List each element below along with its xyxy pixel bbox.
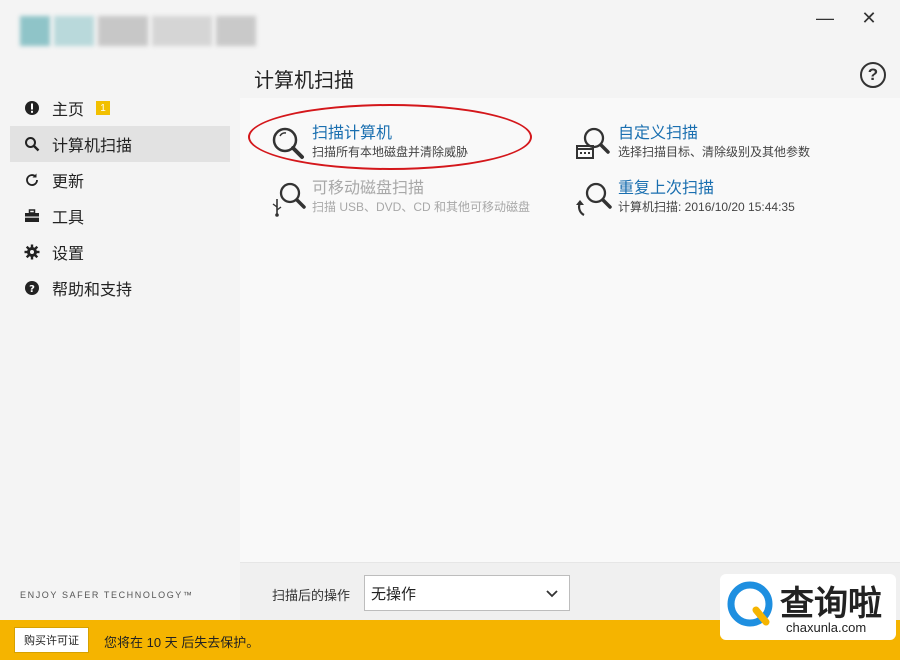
tagline: ENJOY SAFER TECHNOLOGY™: [20, 590, 194, 600]
watermark-brand-en: chaxunla.com: [786, 620, 867, 635]
close-button[interactable]: ✕: [856, 6, 882, 30]
sidebar-item-label: 计算机扫描: [52, 138, 133, 155]
alert-circle-icon: [24, 100, 40, 116]
license-expiry-message: 您将在 10 天 后失去保护。: [104, 635, 260, 650]
buy-license-button[interactable]: 购买许可证: [14, 627, 89, 653]
option-title: 重复上次扫描: [618, 180, 715, 197]
scan-computer-option[interactable]: 扫描计算机 扫描所有本地磁盘并清除威胁: [268, 124, 468, 172]
refresh-icon: [24, 172, 40, 188]
main-header: 计算机扫描 ?: [240, 58, 900, 98]
usb-scan-icon: [268, 179, 308, 219]
sidebar-item-settings[interactable]: 设置: [10, 234, 230, 270]
app-window: — ✕ 主页 1 计算机扫描 更新 工具 设置 ? 帮助和支持 ENJOY SA…: [0, 0, 900, 660]
svg-text:?: ?: [29, 284, 35, 295]
repeat-scan-icon: [574, 179, 614, 219]
sidebar: 主页 1 计算机扫描 更新 工具 设置 ? 帮助和支持: [0, 90, 240, 306]
sidebar-item-tools[interactable]: 工具: [10, 198, 230, 234]
custom-scan-option[interactable]: 自定义扫描 选择扫描目标、清除级别及其他参数: [574, 124, 810, 172]
option-desc: 选择扫描目标、清除级别及其他参数: [618, 145, 811, 159]
watermark-brand-cn: 查询啦: [780, 584, 882, 624]
watermark: 查询啦 chaxunla.com: [720, 574, 896, 640]
option-desc: 扫描 USB、DVD、CD 和其他可移动磁盘: [312, 200, 531, 214]
post-scan-action-select[interactable]: 无操作: [364, 575, 570, 611]
app-logo: [20, 14, 260, 48]
page-title: 计算机扫描: [254, 70, 354, 92]
notification-badge: 1: [96, 101, 111, 115]
option-title: 可移动磁盘扫描: [312, 180, 425, 197]
sidebar-item-computer-scan[interactable]: 计算机扫描: [10, 126, 230, 162]
help-button[interactable]: ?: [860, 62, 886, 88]
toolbox-icon: [24, 208, 40, 224]
repeat-last-scan-option[interactable]: 重复上次扫描 计算机扫描: 2016/10/20 15:44:35: [574, 179, 795, 227]
option-desc: 计算机扫描: 2016/10/20 15:44:35: [618, 200, 795, 214]
help-circle-icon: ?: [24, 280, 40, 296]
sidebar-item-help[interactable]: ? 帮助和支持: [10, 270, 230, 306]
sidebar-item-update[interactable]: 更新: [10, 162, 230, 198]
option-title: 扫描计算机: [312, 125, 393, 142]
sidebar-item-label: 工具: [52, 210, 85, 227]
select-value: 无操作: [371, 585, 417, 603]
search-icon: [24, 136, 40, 152]
magnifier-icon: [268, 124, 308, 164]
gear-icon: [24, 244, 40, 260]
sidebar-item-label: 设置: [52, 246, 85, 263]
main-panel: 计算机扫描 ? 扫描计算机 扫描所有本地磁盘并清除威胁 自定义扫描 选择扫描目标…: [240, 58, 900, 620]
sidebar-item-label: 帮助和支持: [52, 282, 133, 299]
minimize-button[interactable]: —: [812, 6, 838, 30]
option-title: 自定义扫描: [618, 125, 699, 142]
watermark-logo-icon: [726, 580, 774, 628]
removable-media-scan-option[interactable]: 可移动磁盘扫描 扫描 USB、DVD、CD 和其他可移动磁盘: [268, 179, 530, 227]
post-scan-action-label: 扫描后的操作: [272, 588, 351, 603]
sidebar-item-label: 主页: [52, 102, 85, 119]
custom-scan-icon: [574, 124, 614, 164]
option-desc: 扫描所有本地磁盘并清除威胁: [312, 145, 469, 159]
sidebar-item-label: 更新: [52, 174, 85, 191]
chevron-down-icon: [545, 587, 559, 605]
sidebar-item-home[interactable]: 主页 1: [10, 90, 230, 126]
